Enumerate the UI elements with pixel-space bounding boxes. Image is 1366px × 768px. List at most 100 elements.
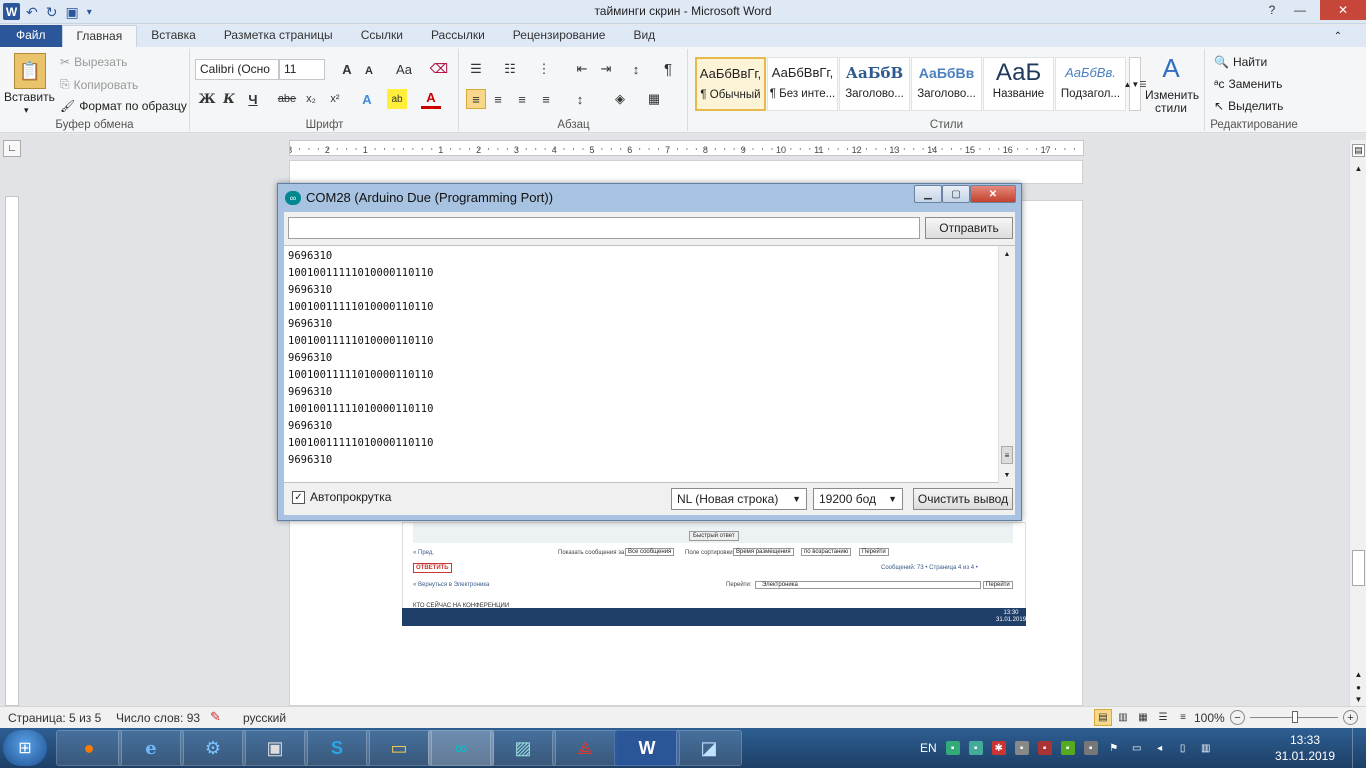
bullets-icon[interactable]: ☰: [466, 59, 486, 79]
word-count[interactable]: Число слов: 93: [116, 711, 200, 725]
shrink-font-icon[interactable]: A: [359, 61, 379, 81]
skype-icon[interactable]: S: [304, 730, 370, 766]
zoom-in-icon[interactable]: +: [1343, 710, 1358, 725]
input-language[interactable]: EN: [920, 741, 937, 755]
serial-scroll-up-icon[interactable]: ▲: [1001, 248, 1013, 260]
font-name-combo[interactable]: Calibri (Осно: [195, 59, 279, 80]
tab-selector-icon[interactable]: ∟: [3, 140, 21, 157]
tab-references[interactable]: Ссылки: [347, 25, 417, 47]
tab-mailings[interactable]: Рассылки: [417, 25, 499, 47]
grow-font-icon[interactable]: A: [337, 59, 357, 79]
taskbar-clock[interactable]: 13:33 31.01.2019: [1272, 732, 1338, 764]
serial-monitor-titlebar[interactable]: ∞ COM28 (Arduino Due (Programming Port))…: [278, 184, 1021, 211]
clear-format-icon[interactable]: ⌫: [429, 59, 449, 79]
text-effects-icon[interactable]: A: [357, 89, 377, 109]
show-desktop-button[interactable]: [1352, 728, 1366, 768]
tab-file[interactable]: Файл: [0, 25, 62, 47]
explorer-folder-icon[interactable]: ▭: [366, 730, 432, 766]
tab-page-layout[interactable]: Разметка страницы: [210, 25, 347, 47]
tray-nvidia-icon[interactable]: ▪: [1060, 741, 1075, 755]
language-indicator[interactable]: русский: [243, 711, 286, 725]
tab-home[interactable]: Главная: [61, 25, 138, 47]
increase-indent-icon[interactable]: ⇥: [596, 59, 616, 79]
scroll-thumb[interactable]: [1352, 550, 1365, 586]
change-styles-button[interactable]: Изменить стили: [1145, 89, 1199, 115]
firefox-icon[interactable]: ●: [56, 730, 122, 766]
settings-gear-icon[interactable]: ⚙: [180, 730, 246, 766]
copy-button[interactable]: ⎘ Копировать: [60, 77, 138, 92]
tray-volume-icon[interactable]: ◂: [1153, 741, 1167, 755]
ie-icon[interactable]: e: [118, 730, 184, 766]
print-layout-icon[interactable]: ▤: [1094, 709, 1112, 726]
find-button[interactable]: 🔍 Найти: [1214, 55, 1267, 69]
checkbox-checked-icon[interactable]: ✓: [292, 490, 305, 504]
tray-power-icon[interactable]: ▯: [1176, 741, 1190, 755]
italic-button[interactable]: К: [219, 89, 239, 109]
serial-close-button[interactable]: ✕: [970, 185, 1016, 203]
next-page-icon[interactable]: ▼: [1352, 693, 1365, 705]
camera-app-icon[interactable]: ▣: [242, 730, 308, 766]
paste-icon[interactable]: 📋: [14, 53, 46, 89]
scroll-up-icon[interactable]: ▲: [1352, 162, 1365, 174]
baud-rate-select[interactable]: 19200 бод ▼: [813, 488, 903, 510]
font-size-combo[interactable]: 11: [279, 59, 325, 80]
vertical-ruler[interactable]: [5, 196, 19, 706]
borders-icon[interactable]: ▦: [644, 89, 664, 109]
notes-app-icon[interactable]: ◪: [676, 730, 742, 766]
arduino-taskbar-icon[interactable]: ∞: [428, 730, 494, 766]
start-button[interactable]: ⊞: [3, 730, 47, 766]
word-taskbar-icon[interactable]: W: [614, 730, 680, 766]
page-previous[interactable]: [289, 160, 1083, 184]
tray-network-icon[interactable]: ▪: [945, 741, 960, 755]
style-title[interactable]: АаБ Название: [983, 57, 1054, 111]
serial-monitor-window[interactable]: ∞ COM28 (Arduino Due (Programming Port))…: [277, 183, 1022, 521]
serial-output[interactable]: 9696310 10010011111010000110110 9696310 100…: [284, 245, 1015, 484]
align-right-icon[interactable]: ≡: [512, 89, 532, 109]
tray-antivirus-icon[interactable]: ▪: [1037, 741, 1052, 755]
bold-button[interactable]: Ж: [197, 89, 217, 109]
style-heading2[interactable]: АаБбВв Заголово...: [911, 57, 982, 111]
style-no-spacing[interactable]: АаБбВвГг, ¶ Без инте...: [767, 57, 838, 111]
browse-object-icon[interactable]: ●: [1352, 681, 1365, 693]
tray-usb-icon[interactable]: ▪: [1014, 741, 1029, 755]
select-button[interactable]: ↖ Выделить: [1214, 99, 1283, 113]
web-layout-icon[interactable]: ▦: [1134, 709, 1152, 726]
serial-input[interactable]: [288, 217, 920, 239]
format-painter-button[interactable]: 🖌 Формат по образцу: [60, 99, 187, 113]
serial-maximize-button[interactable]: ▢: [942, 185, 970, 203]
draft-view-icon[interactable]: ≡: [1174, 709, 1192, 726]
horizontal-ruler[interactable]: 3211234567891011121314151617: [289, 140, 1084, 156]
decrease-indent-icon[interactable]: ⇤: [572, 59, 592, 79]
shading-icon[interactable]: ◈: [610, 89, 630, 109]
line-ending-select[interactable]: NL (Новая строка) ▼: [671, 488, 807, 510]
style-subtitle[interactable]: АаБбВв. Подзагол...: [1055, 57, 1126, 111]
zoom-level[interactable]: 100%: [1194, 711, 1225, 725]
subscript-icon[interactable]: x₂: [301, 89, 321, 109]
zoom-slider-thumb[interactable]: [1292, 711, 1298, 723]
serial-minimize-button[interactable]: ▁: [914, 185, 942, 203]
tab-view[interactable]: Вид: [619, 25, 669, 47]
paste-button[interactable]: Вставить: [4, 90, 55, 104]
strikethrough-button[interactable]: abe: [277, 89, 297, 109]
font-color-icon[interactable]: A: [421, 89, 441, 109]
tab-insert[interactable]: Вставка: [137, 25, 210, 47]
serial-scrollbar[interactable]: ▲ ≡ ▼: [998, 246, 1015, 484]
style-heading1[interactable]: АаБбВ Заголово...: [839, 57, 910, 111]
zoom-out-icon[interactable]: −: [1230, 710, 1245, 725]
cut-button[interactable]: ✂ Вырезать: [60, 55, 127, 69]
page-count[interactable]: Страница: 5 из 5: [8, 711, 101, 725]
pilcrow-icon[interactable]: ¶: [658, 59, 678, 79]
paste-dropdown-icon[interactable]: ▾: [24, 105, 29, 116]
photo-viewer-icon[interactable]: ▨: [490, 730, 556, 766]
tray-flag-icon[interactable]: ⚑: [1107, 741, 1121, 755]
align-left-icon[interactable]: ≡: [466, 89, 486, 109]
styles-scroll-icon[interactable]: ▲▼☰: [1124, 57, 1147, 111]
superscript-icon[interactable]: x²: [325, 89, 345, 109]
document-scrollbar[interactable]: ▤ ▲ ▲ ● ▼: [1349, 140, 1366, 706]
collapse-ribbon-icon[interactable]: ⌃: [1330, 29, 1346, 43]
change-case-icon[interactable]: Aa: [391, 59, 417, 79]
multilevel-list-icon[interactable]: ⋮: [534, 59, 554, 79]
highlight-icon[interactable]: ab: [387, 89, 407, 109]
send-button[interactable]: Отправить: [925, 217, 1013, 239]
outline-view-icon[interactable]: ☰: [1154, 709, 1172, 726]
